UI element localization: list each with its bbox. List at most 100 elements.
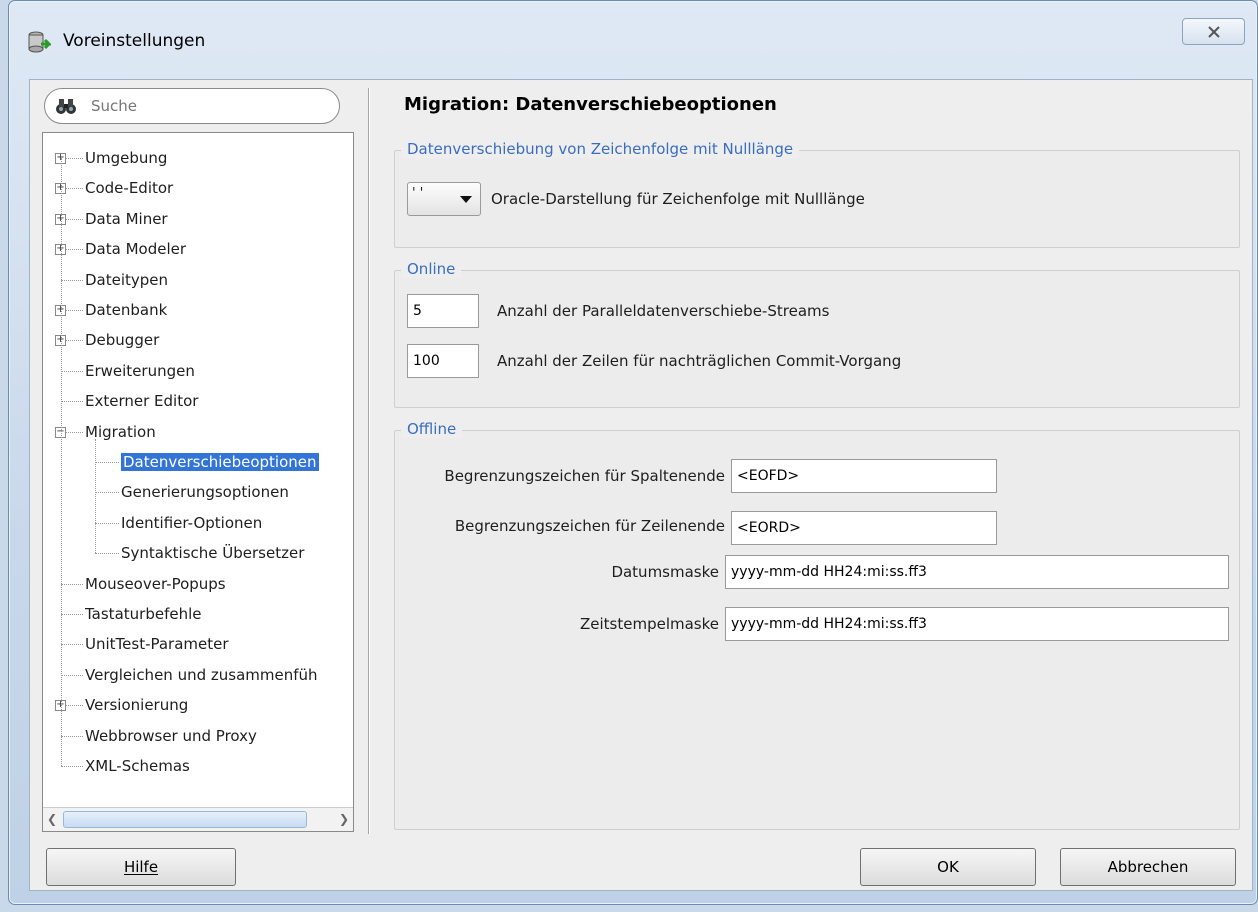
tree-item[interactable]: Versionierung: [85, 690, 188, 720]
tree-item[interactable]: Umgebung: [85, 143, 167, 173]
tree-item-label: Datenbank: [85, 301, 168, 319]
cancel-button-label: Abbrechen: [1107, 858, 1189, 876]
tree-item-label: Erweiterungen: [85, 361, 195, 380]
tree-item[interactable]: Code-Editor: [85, 173, 173, 203]
tree-item-label: Mouseover-Popups: [85, 574, 226, 593]
tree-item[interactable]: UnitTest-Parameter: [85, 629, 229, 659]
tree-item[interactable]: Webbrowser und Proxy: [85, 721, 257, 751]
tree-item-label: Externer Editor: [85, 392, 199, 411]
tree-item[interactable]: Generierungsoptionen: [121, 477, 289, 507]
column-end-label: Begrenzungszeichen für Spaltenende: [444, 467, 725, 485]
tree-connector: [61, 279, 83, 281]
commit-rows-input[interactable]: [407, 344, 479, 378]
tree-connector: [61, 583, 83, 585]
window-title: Voreinstellungen: [63, 31, 206, 51]
tree-item[interactable]: Vergleichen und zusammenfüh: [85, 660, 318, 690]
date-mask-label: Datumsmaske: [611, 563, 719, 581]
tree-item-label: Generierungsoptionen: [121, 483, 289, 502]
tree-item-label: Datenverschiebeoptionen: [121, 453, 319, 471]
tree-connector: [61, 158, 62, 766]
tree-connector: [61, 766, 83, 767]
help-button-label: Hilfe: [123, 858, 159, 876]
tree-items: Umgebung + Code-Editor + Data Miner + Data Mod…: [43, 133, 353, 807]
close-button[interactable]: [1182, 18, 1245, 45]
commit-rows-label: Anzahl der Zeilen für nachträglichen Com…: [497, 352, 902, 370]
tree-item-label: Data Miner: [85, 209, 168, 228]
scroll-right-icon[interactable]: ❯: [337, 810, 351, 828]
null-representation-label: Oracle-Darstellung für Zeichenfolge mit …: [491, 190, 865, 208]
preferences-tree[interactable]: Umgebung + Code-Editor + Data Miner + Data Mod…: [42, 132, 354, 832]
pane-splitter[interactable]: [368, 88, 370, 834]
tree-item[interactable]: Mouseover-Popups: [85, 569, 226, 599]
timestamp-mask-label: Zeitstempelmaske: [579, 615, 719, 633]
tree-item-label: Identifier-Optionen: [121, 513, 263, 532]
tree-item[interactable]: XML-Schemas: [85, 751, 190, 781]
binoculars-icon: [56, 99, 76, 114]
streams-label: Anzahl der Paralleldatenverschiebe-Strea…: [497, 302, 830, 320]
search-input[interactable]: [89, 95, 319, 117]
tree-item-label: Syntaktische Übersetzer: [121, 544, 305, 563]
tree-item-label: Tastaturbefehle: [85, 605, 202, 623]
tree-connector: [95, 462, 119, 463]
scroll-left-icon[interactable]: ❮: [45, 810, 59, 828]
streams-input[interactable]: [407, 294, 479, 328]
tree-item-label: Webbrowser und Proxy: [85, 726, 257, 745]
tree-item-label: Data Modeler: [85, 240, 187, 259]
tree-item[interactable]: Erweiterungen: [85, 356, 195, 386]
tree-item-label: UnitTest-Parameter: [85, 635, 229, 654]
tree-item[interactable]: Syntaktische Übersetzer: [121, 538, 304, 568]
tree-item[interactable]: Data Modeler: [85, 234, 186, 264]
search-box[interactable]: [44, 88, 340, 124]
tree-connector: [61, 735, 83, 737]
ok-button-label: OK: [937, 858, 959, 876]
preferences-dialog: Voreinstellungen Umgebung+Code-Editor+Da…: [8, 0, 1258, 905]
scroll-thumb[interactable]: [63, 811, 307, 828]
tree-item[interactable]: Data Miner: [85, 204, 168, 234]
tree-item-label: Vergleichen und zusammenfüh: [85, 665, 318, 684]
database-icon: [28, 31, 51, 53]
cancel-button[interactable]: Abbrechen: [1060, 848, 1236, 886]
tree-item[interactable]: Externer Editor: [85, 386, 198, 416]
title-bar[interactable]: Voreinstellungen: [9, 1, 1257, 79]
tree-connector: [61, 401, 83, 403]
timestamp-mask-input[interactable]: [725, 607, 1229, 641]
ok-button[interactable]: OK: [860, 848, 1036, 886]
group-null-string: Datenverschiebung von Zeichenfolge mit N…: [394, 140, 1240, 248]
tree-item-label: Umgebung: [85, 149, 168, 167]
tree-connector: [95, 492, 119, 494]
tree-connector: [95, 553, 119, 555]
select-value: ' ': [412, 186, 424, 201]
dialog-content: Umgebung+Code-Editor+Data Miner+Data Mod…: [29, 79, 1253, 891]
column-end-input[interactable]: [731, 459, 997, 493]
tree-item-label: Debugger: [85, 331, 160, 350]
group-online: Online Anzahl der Paralleldatenverschieb…: [394, 260, 1240, 408]
group-legend: Offline: [401, 420, 463, 438]
tree-item-label: XML-Schemas: [85, 757, 190, 775]
tree-connector: [61, 614, 83, 615]
help-button[interactable]: Hilfe: [46, 848, 236, 886]
row-end-input[interactable]: [731, 511, 997, 545]
tree-item[interactable]: Identifier-Optionen: [121, 508, 262, 538]
row-end-label: Begrenzungszeichen für Zeilenende: [454, 517, 725, 535]
tree-item[interactable]: Dateitypen: [85, 265, 168, 295]
tree-item[interactable]: Tastaturbefehle: [85, 599, 201, 629]
tree-item-label: Dateitypen: [85, 270, 169, 289]
horizontal-scrollbar[interactable]: ❮ ❯: [43, 807, 353, 831]
null-representation-select[interactable]: ' ': [407, 182, 481, 216]
tree-item[interactable]: Datenbank: [85, 295, 167, 325]
group-offline: Offline Begrenzungszeichen für Spaltenen…: [394, 420, 1240, 830]
tree-item[interactable]: Debugger: [85, 325, 159, 355]
tree-item[interactable]: Datenverschiebeoptionen: [121, 447, 319, 477]
tree-connector: [95, 438, 96, 554]
tree-connector: [61, 644, 83, 646]
page-title: Migration: Datenverschiebeoptionen: [404, 94, 777, 115]
group-legend: Online: [401, 260, 462, 278]
close-icon: [1207, 25, 1220, 38]
tree-connector: [61, 370, 83, 372]
tree-item-label: Versionierung: [85, 696, 189, 715]
tree-connector: [61, 674, 83, 676]
date-mask-input[interactable]: [725, 555, 1229, 589]
tree-connector: [95, 522, 119, 524]
group-legend: Datenverschiebung von Zeichenfolge mit N…: [401, 140, 800, 158]
chevron-down-icon: [460, 196, 472, 203]
